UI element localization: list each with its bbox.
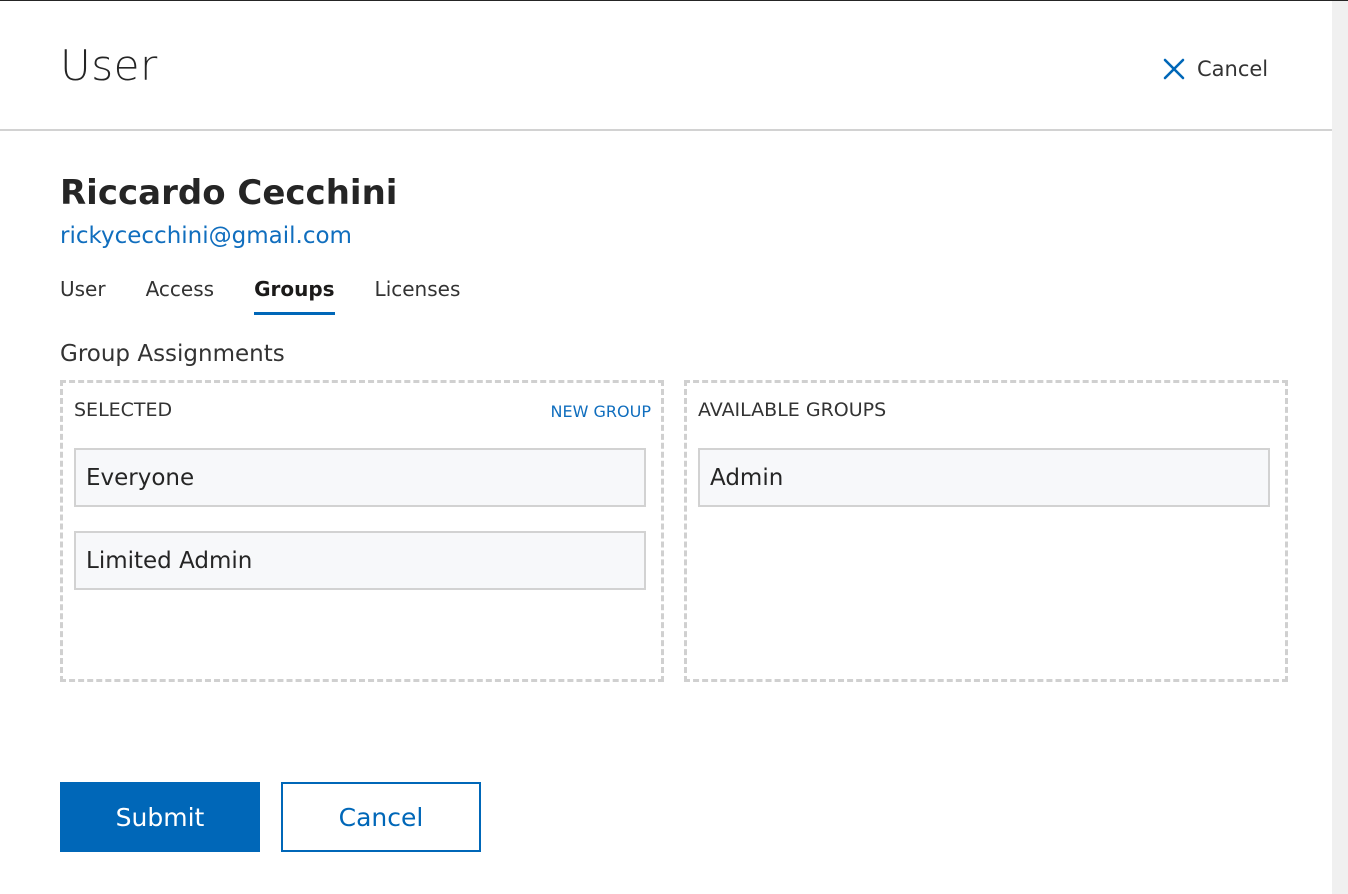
tab-access[interactable]: Access (146, 277, 214, 315)
tab-licenses[interactable]: Licenses (375, 277, 461, 315)
close-icon (1163, 58, 1185, 80)
user-name: Riccardo Cecchini (60, 173, 398, 213)
page-title: User (60, 41, 158, 90)
header-cancel-label: Cancel (1197, 57, 1269, 81)
cancel-button[interactable]: Cancel (281, 782, 481, 852)
selected-heading: SELECTED (74, 399, 173, 421)
user-panel: User Cancel Riccardo Cecchini rickycecch… (0, 1, 1332, 894)
selected-groups-dropzone[interactable]: SELECTED NEW GROUP Everyone Limited Admi… (60, 380, 664, 682)
selected-group-item[interactable]: Limited Admin (74, 531, 646, 590)
group-assignments-title: Group Assignments (60, 341, 285, 367)
available-groups-dropzone[interactable]: AVAILABLE GROUPS Admin (684, 380, 1288, 682)
available-heading: AVAILABLE GROUPS (698, 399, 887, 421)
header-cancel-button[interactable]: Cancel (1163, 55, 1268, 83)
available-group-item[interactable]: Admin (698, 448, 1270, 507)
vertical-scrollbar[interactable] (1332, 1, 1348, 894)
panel-header: User Cancel (0, 1, 1332, 131)
new-group-link[interactable]: NEW GROUP (551, 402, 651, 421)
submit-button[interactable]: Submit (60, 782, 260, 852)
tab-user[interactable]: User (60, 277, 106, 315)
tab-groups[interactable]: Groups (254, 277, 336, 315)
user-email-link[interactable]: rickycecchini@gmail.com (60, 223, 352, 249)
selected-group-item[interactable]: Everyone (74, 448, 646, 507)
tab-bar: User Access Groups Licenses (60, 277, 500, 317)
